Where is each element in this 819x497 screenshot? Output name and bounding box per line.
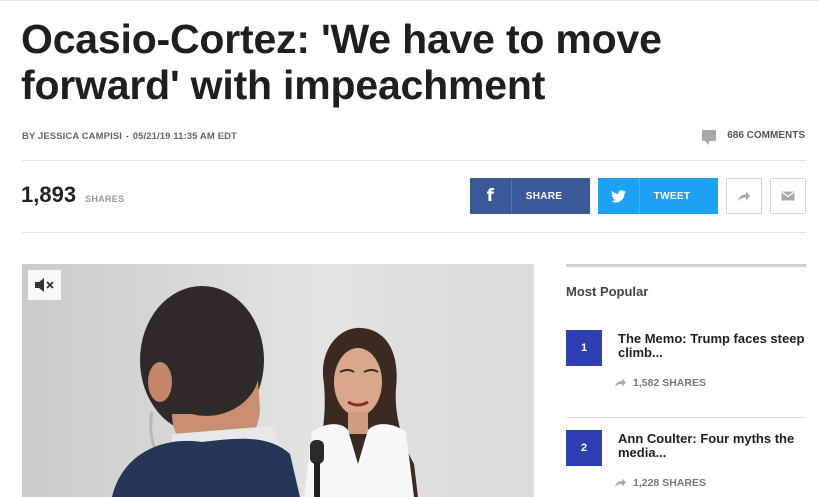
- facebook-icon: f: [470, 178, 512, 214]
- forward-share-button[interactable]: [726, 178, 762, 214]
- top-border: [0, 0, 819, 4]
- video-frame-image: [22, 264, 534, 497]
- popular-rank-badge: 1: [566, 330, 602, 366]
- forward-arrow-icon: [738, 191, 750, 201]
- comment-bubble-icon: [702, 130, 717, 145]
- popular-item-share-count: 1,228 SHARES: [633, 477, 706, 489]
- comments-link[interactable]: 686 COMMENTS: [702, 130, 805, 145]
- mute-toggle-button[interactable]: [28, 270, 61, 300]
- share-count-label: SHARES: [85, 194, 125, 204]
- share-count: 1,893 SHARES: [21, 182, 124, 208]
- share-arrow-icon: [615, 478, 626, 488]
- twitter-tweet-label: TWEET: [653, 190, 691, 202]
- video-player[interactable]: [22, 264, 534, 497]
- popular-item-title[interactable]: Ann Coulter: Four myths the media...: [618, 432, 806, 460]
- popular-item-shares: 1,228 SHARES: [614, 477, 706, 489]
- divider-top: [22, 160, 806, 161]
- envelope-icon: [781, 191, 795, 201]
- twitter-tweet-button[interactable]: TWEET: [598, 178, 718, 214]
- facebook-share-button[interactable]: f SHARE: [470, 178, 590, 214]
- email-share-button[interactable]: [770, 178, 806, 214]
- headline-line-2: forward' with impeachment: [21, 62, 546, 108]
- facebook-share-label: SHARE: [525, 190, 563, 202]
- twitter-bird-icon: [598, 178, 640, 214]
- comments-count[interactable]: 686 COMMENTS: [727, 130, 805, 141]
- article-headline: Ocasio-Cortez: 'We have to move forward'…: [21, 16, 801, 108]
- share-arrow-icon: [615, 378, 626, 388]
- sidebar-top-rule: [566, 264, 806, 267]
- divider-bottom: [22, 232, 806, 233]
- speaker-muted-icon: [34, 278, 54, 292]
- popular-rank-badge: 2: [566, 430, 602, 466]
- share-count-number: 1,893: [21, 182, 77, 207]
- byline: BY JESSICA CAMPISI - 05/21/19 11:35 AM E…: [22, 131, 237, 142]
- popular-item-divider: [566, 417, 806, 418]
- byline-date: 05/21/19 11:35 AM EDT: [132, 131, 237, 142]
- byline-author[interactable]: BY JESSICA CAMPISI: [22, 131, 122, 142]
- popular-item-shares: 1,582 SHARES: [614, 377, 706, 389]
- most-popular-heading: Most Popular: [566, 284, 649, 299]
- popular-item-share-count: 1,582 SHARES: [633, 377, 706, 389]
- popular-item-title[interactable]: The Memo: Trump faces steep climb...: [618, 332, 806, 360]
- byline-separator: -: [123, 131, 132, 142]
- headline-line-1: Ocasio-Cortez: 'We have to move: [21, 16, 662, 62]
